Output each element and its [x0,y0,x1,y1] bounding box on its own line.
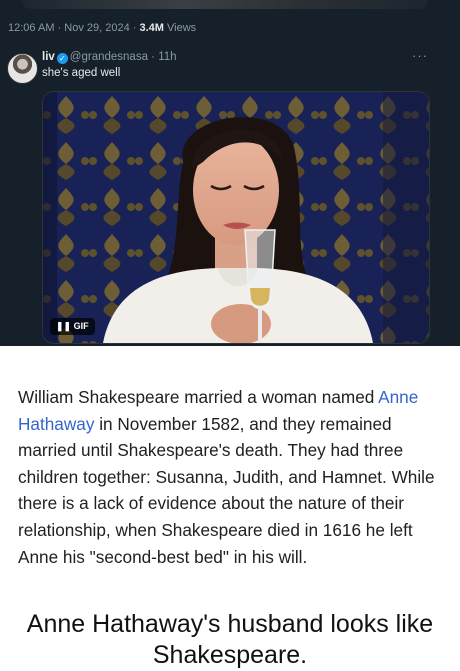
article-text-start: William Shakespeare married a woman name… [18,387,379,407]
article-text-rest: in November 1582, and they remained marr… [18,413,435,567]
tweet-time-ago[interactable]: · 11h [151,51,176,63]
author-handle[interactable]: @grandesnasa [70,51,148,63]
gif-frame-image [43,92,429,343]
tweet-header: liv ✓ @grandesnasa · 11h [42,51,177,64]
more-options-icon[interactable]: ··· [412,48,428,63]
tweet-gif[interactable]: ❚❚ GIF [42,91,430,344]
gif-badge[interactable]: ❚❚ GIF [50,318,95,335]
views-count: 3.4M [139,22,164,34]
avatar[interactable] [7,53,38,84]
tweet-screenshot: 12:06 AM · Nov 29, 2024 · 3.4M Views liv… [0,0,460,346]
article-paragraph: William Shakespeare married a woman name… [18,384,446,570]
meme-caption: Anne Hathaway's husband looks like Shake… [26,610,434,669]
tweet-text: she's aged well [42,67,121,79]
author-name[interactable]: liv [42,51,55,63]
verified-badge-icon: ✓ [56,53,68,64]
tweet-timestamp: 12:06 AM · Nov 29, 2024 · [8,22,140,34]
previous-media-edge [22,0,428,9]
views-label: Views [163,22,197,34]
tweet-metadata: 12:06 AM · Nov 29, 2024 · 3.4M Views [8,22,196,34]
